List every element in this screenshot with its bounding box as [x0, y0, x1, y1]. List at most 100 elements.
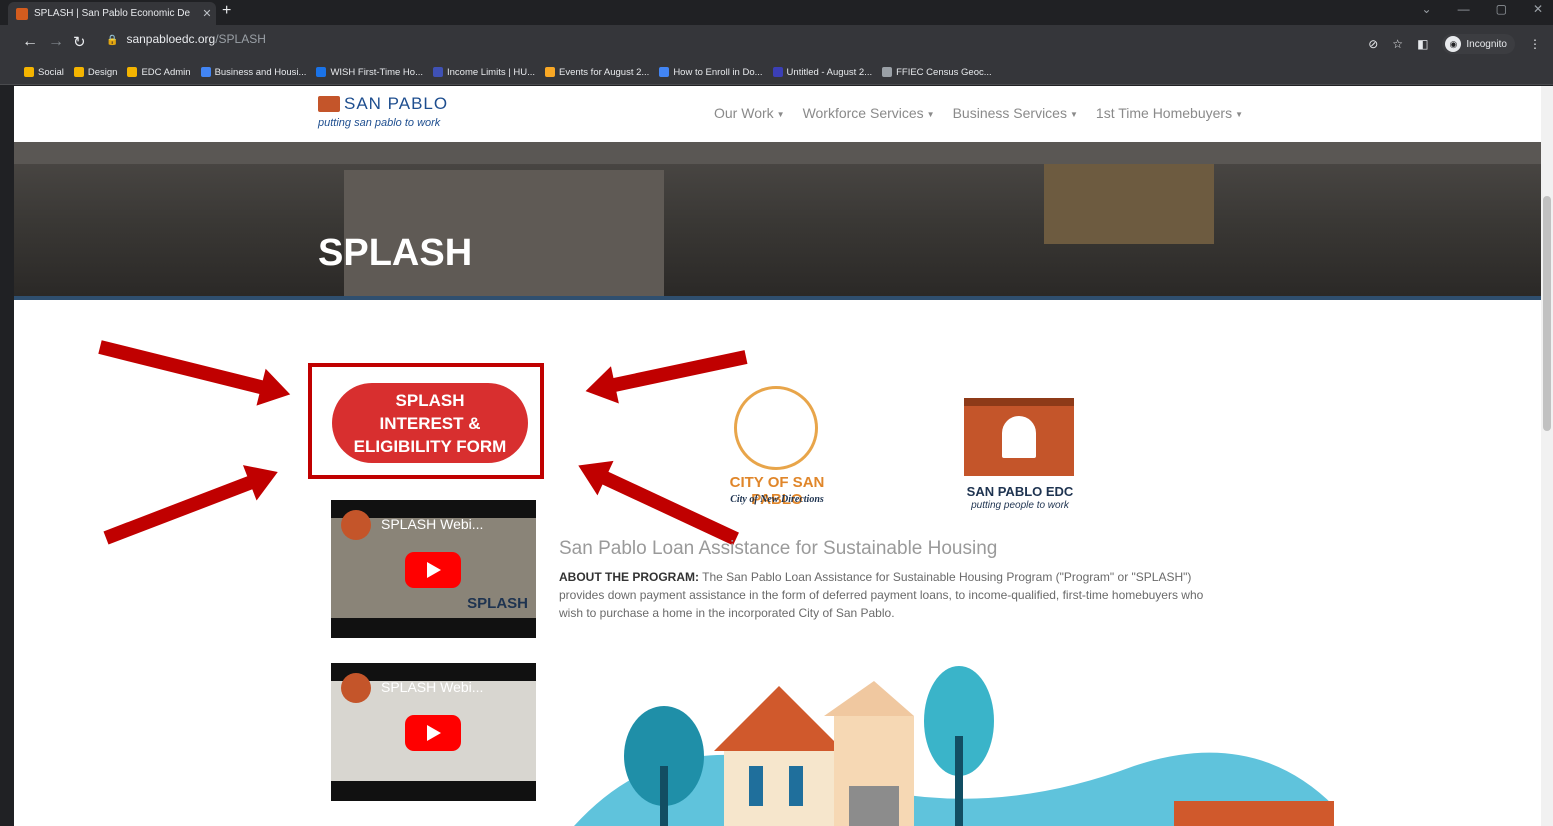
nav-item[interactable]: 1st Time Homebuyers ▼	[1096, 105, 1243, 121]
url-domain: sanpabloedc.org	[126, 32, 216, 46]
program-title: San Pablo Loan Assistance for Sustainabl…	[559, 538, 998, 559]
site-favicon-icon	[16, 7, 28, 20]
reload-icon[interactable]: ↻	[73, 33, 86, 51]
nav-item[interactable]: Our Work ▼	[714, 105, 785, 121]
bookmark-folder-icon	[316, 67, 327, 77]
bookmark-item[interactable]: EDC Admin	[127, 66, 191, 78]
bookmark-item[interactable]: WISH First-Time Ho...	[316, 67, 423, 78]
new-tab-button[interactable]: +	[222, 2, 231, 20]
nav-item-label: Workforce Services	[802, 105, 924, 121]
scrollbar-thumb[interactable]	[1543, 196, 1551, 431]
play-icon[interactable]	[405, 552, 461, 588]
bookmark-item[interactable]: FFIEC Census Geoc...	[882, 67, 992, 78]
bookmark-label: Social	[38, 66, 64, 78]
about-label: ABOUT THE PROGRAM:	[559, 570, 699, 584]
video-title: SPLASH Webi...	[381, 516, 484, 532]
incognito-icon: ◉	[1445, 36, 1462, 52]
form-button-line: SPLASH	[395, 390, 465, 410]
window-controls: ⌄ — ▢ ✕	[1422, 2, 1543, 16]
bookmark-item[interactable]: How to Enroll in Do...	[659, 66, 763, 78]
annotation-arrow-icon	[98, 340, 269, 396]
bookmark-label: Design	[87, 66, 118, 78]
vertical-scrollbar[interactable]	[1541, 86, 1553, 826]
nav-item[interactable]: Workforce Services ▼	[803, 105, 935, 121]
edc-building-icon	[964, 398, 1074, 476]
liberty-bell-icon	[1002, 416, 1036, 458]
bookmark-star-icon[interactable]: ☆	[1392, 37, 1403, 51]
bookmarks-bar: Social Design EDC Admin Business and Housi.…	[0, 60, 1553, 85]
address-bar[interactable]: 🔒 sanpabloedc.org/SPLASH	[106, 32, 266, 46]
bookmark-label: FFIEC Census Geoc...	[896, 66, 992, 78]
tracking-protection-icon[interactable]: ⊘	[1368, 37, 1378, 51]
tab-title: SPLASH | San Pablo Economic De	[34, 8, 191, 19]
hero-roof	[14, 142, 1541, 164]
tab-strip: SPLASH | San Pablo Economic De ✕ + ⌄ — ▢…	[0, 0, 1553, 25]
bookmark-item[interactable]: Untitled - August 2...	[772, 66, 873, 78]
minimize-icon[interactable]: —	[1458, 2, 1470, 16]
caret-down-icon: ▼	[926, 109, 935, 119]
video-title: SPLASH Webi...	[381, 679, 484, 695]
logo-building-icon	[318, 96, 340, 112]
play-icon[interactable]	[405, 715, 461, 751]
close-tab-icon[interactable]: ✕	[198, 7, 216, 20]
bookmark-label: Income Limits | HU...	[447, 66, 535, 78]
incognito-badge[interactable]: ◉ Incognito	[1442, 34, 1515, 54]
site-logo[interactable]: SAN PABLO putting san pablo to work	[318, 94, 448, 129]
city-of-san-pablo-logo: CITY OF SAN PABLO City of New Directions	[702, 378, 852, 514]
edc-logo-name: SAN PABLO EDC	[966, 484, 1074, 499]
nav-item[interactable]: Business Services ▼	[953, 105, 1078, 121]
site-header: SAN PABLO putting san pablo to work Our …	[14, 86, 1541, 142]
logo-tagline: putting san pablo to work	[318, 117, 441, 129]
bookmark-item[interactable]: Design	[73, 66, 118, 78]
hero-window	[1044, 164, 1214, 244]
interest-eligibility-form-button[interactable]: SPLASH INTEREST & ELIGIBILITY FORM	[332, 383, 528, 463]
video-embed[interactable]: SPLASH Webi...	[331, 663, 536, 801]
hero-banner: SPLASH	[14, 142, 1541, 300]
video-brand-text: SPLASH	[467, 595, 528, 612]
toolbar-actions: ⊘ ☆ ◧ ◉ Incognito ⋮	[1368, 34, 1541, 54]
bookmark-item[interactable]: Business and Housi...	[200, 67, 306, 78]
channel-avatar-icon	[341, 673, 371, 703]
incognito-label: Incognito	[1466, 38, 1507, 50]
menu-kebab-icon[interactable]: ⋮	[1529, 37, 1541, 51]
form-button-line: ELIGIBILITY FORM	[353, 436, 507, 456]
forward-arrow-icon[interactable]: →	[48, 33, 64, 51]
nav-item-label: Business Services	[952, 105, 1067, 121]
video-embed[interactable]: SPLASH Webi... SPLASH	[331, 500, 536, 638]
bookmark-label: Untitled - August 2...	[786, 66, 873, 78]
url-path: /SPLASH	[215, 32, 266, 46]
bookmark-folder-icon	[24, 67, 34, 77]
back-arrow-icon[interactable]: ←	[22, 33, 38, 51]
browser-tab[interactable]: SPLASH | San Pablo Economic De ✕	[8, 2, 216, 25]
channel-avatar-icon	[341, 510, 371, 540]
nav-item-label: 1st Time Homebuyers	[1095, 105, 1233, 121]
close-window-icon[interactable]: ✕	[1533, 2, 1543, 16]
page-title: SPLASH	[318, 232, 473, 274]
bookmark-folder-icon	[545, 67, 555, 77]
tab-search-icon[interactable]: ⌄	[1422, 2, 1432, 16]
bookmark-label: WISH First-Time Ho...	[330, 66, 423, 78]
bookmark-label: Events for August 2...	[559, 66, 650, 78]
bookmark-folder-icon	[772, 67, 783, 77]
web-page: SAN PABLO putting san pablo to work Our …	[14, 86, 1541, 826]
form-button-line: INTEREST &	[379, 413, 481, 433]
logo-name: SAN PABLO	[344, 94, 449, 113]
caret-down-icon: ▼	[1069, 109, 1078, 119]
bookmark-folder-icon	[127, 67, 138, 77]
hero-divider	[14, 296, 1541, 300]
bookmark-label: How to Enroll in Do...	[673, 66, 763, 78]
city-seal-icon	[734, 386, 818, 470]
bookmark-folder-icon	[433, 67, 443, 77]
bookmark-label: EDC Admin	[141, 66, 191, 78]
caret-down-icon: ▼	[776, 109, 785, 119]
bookmark-item[interactable]: Income Limits | HU...	[433, 67, 535, 78]
bookmark-folder-icon	[659, 67, 670, 77]
main-nav: Our Work ▼ Workforce Services ▼ Business Ser…	[714, 105, 1243, 121]
edc-logo-sub: putting people to work	[971, 500, 1069, 511]
bookmark-folder-icon	[73, 67, 84, 77]
bookmark-item[interactable]: Social	[24, 67, 64, 78]
restore-icon[interactable]: ▢	[1496, 2, 1507, 16]
bookmark-folder-icon	[200, 67, 211, 77]
bookmark-item[interactable]: Events for August 2...	[545, 67, 649, 78]
side-panel-icon[interactable]: ◧	[1417, 37, 1428, 51]
